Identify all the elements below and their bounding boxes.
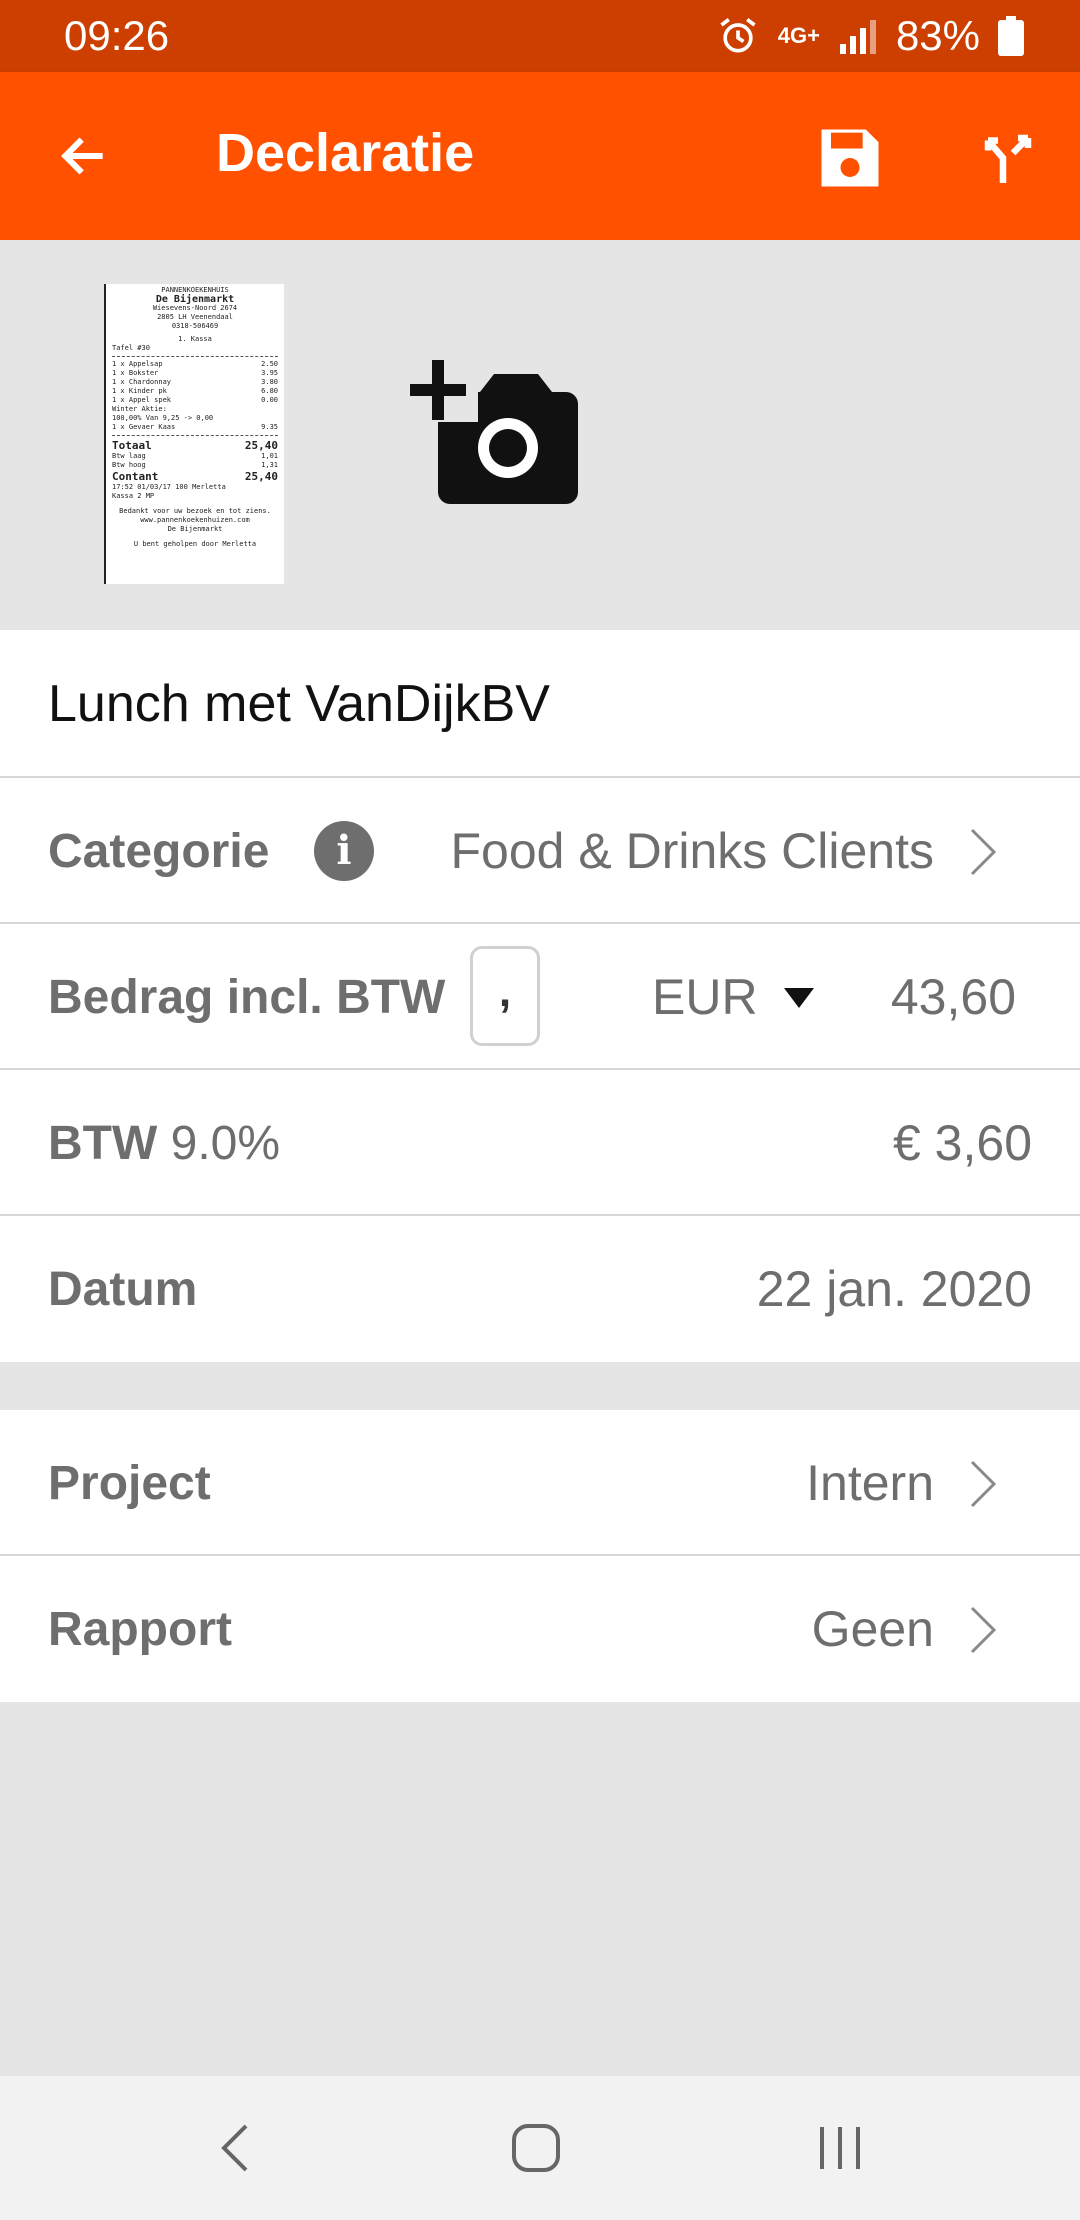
project-value: Intern bbox=[806, 1455, 934, 1511]
split-icon bbox=[984, 134, 1032, 183]
receipt-item: 1 x Appel spek bbox=[112, 396, 172, 404]
receipt-thumbnail[interactable]: PANNENKOEKENHUIS De Bijenmarkt Wiesevens… bbox=[104, 284, 284, 584]
chevron-right-icon bbox=[970, 1460, 997, 1508]
app-bar: Declaratie bbox=[0, 72, 1080, 240]
nav-back-button[interactable] bbox=[200, 2112, 272, 2184]
project-row[interactable]: Project Intern bbox=[0, 1410, 1080, 1556]
alarm-icon bbox=[720, 18, 756, 53]
amount-label: Bedrag incl. BTW bbox=[48, 971, 446, 1024]
nav-home-icon bbox=[512, 2124, 560, 2172]
receipt-item: Btw hoog bbox=[112, 461, 146, 469]
receipt-item: 1 x Appelsap bbox=[112, 360, 163, 368]
description-field[interactable]: Lunch met VanDijkBV bbox=[0, 630, 1080, 778]
receipt-price: 3.95 bbox=[261, 369, 278, 377]
report-row[interactable]: Rapport Geen bbox=[0, 1556, 1080, 1702]
receipt-price: 2.50 bbox=[261, 360, 278, 368]
date-value: 22 jan. 2020 bbox=[756, 1261, 1032, 1317]
decimal-separator-button[interactable]: , bbox=[470, 946, 540, 1046]
currency-select[interactable]: EUR bbox=[652, 968, 758, 1026]
receipt-price: 6.80 bbox=[261, 387, 278, 395]
receipt-line: De Bijenmarkt bbox=[167, 525, 223, 533]
receipt-item: 1 x Bokster bbox=[112, 369, 159, 377]
receipt-line: De Bijenmarkt bbox=[155, 294, 235, 305]
receipt-price: 9.35 bbox=[261, 423, 278, 431]
receipt-item: 1 x Chardonnay bbox=[112, 378, 172, 386]
amount-row: Bedrag incl. BTW , EUR 43,60 bbox=[0, 924, 1080, 1070]
arrow-left-icon bbox=[61, 137, 103, 175]
save-button[interactable] bbox=[806, 114, 894, 202]
network-type: 4G+ bbox=[777, 23, 820, 48]
battery-icon bbox=[998, 16, 1024, 56]
receipt-line: Wiesevens-Noord 2674 bbox=[152, 304, 238, 312]
chevron-right-icon bbox=[970, 1606, 997, 1654]
dropdown-caret-icon[interactable] bbox=[784, 988, 814, 1008]
receipt-line: U bent geholpen door Merletta bbox=[133, 540, 257, 548]
vat-value: € 3,60 bbox=[892, 1115, 1032, 1171]
vat-label-text: BTW bbox=[48, 1117, 158, 1170]
split-button[interactable] bbox=[964, 114, 1052, 202]
amount-input[interactable]: 43,60 bbox=[891, 968, 1016, 1026]
receipt-price: 1,01 bbox=[261, 452, 278, 460]
receipt-item: 1 x Kinder pk bbox=[112, 387, 167, 395]
vat-row[interactable]: BTW 9.0% € 3,60 bbox=[0, 1070, 1080, 1216]
receipt-cash-label: Contant bbox=[112, 470, 159, 483]
date-row[interactable]: Datum 22 jan. 2020 bbox=[0, 1216, 1080, 1362]
receipt-line: 2805 LH Veenendaal bbox=[157, 313, 233, 321]
status-time: 09:26 bbox=[64, 12, 170, 59]
receipt-item: Winter Aktie: bbox=[112, 405, 167, 413]
receipt-item: 100,00% Van 9,25 -> 0,00 bbox=[112, 414, 214, 422]
receipt-line: 1. Kassa bbox=[178, 335, 212, 343]
receipt-line: Kassa 2 MP bbox=[112, 492, 155, 500]
receipt-cash: 25,40 bbox=[244, 470, 278, 483]
receipt-price: 1,31 bbox=[261, 461, 278, 469]
receipt-item: Btw laag bbox=[112, 452, 146, 460]
info-icon[interactable]: i bbox=[314, 821, 374, 881]
receipt-line: www.pannenkoekenhuizen.com bbox=[140, 516, 250, 524]
project-label: Project bbox=[48, 1457, 211, 1510]
chevron-right-icon bbox=[970, 828, 997, 876]
receipt-line: Tafel #30 bbox=[112, 344, 150, 352]
nav-recents-icon bbox=[820, 2127, 860, 2169]
receipt-item: 1 x Gevaer Kaas bbox=[112, 423, 176, 431]
nav-home-button[interactable] bbox=[500, 2112, 572, 2184]
status-icons: 4G+ 83% bbox=[716, 12, 1024, 60]
status-bar: 09:26 4G+ 83% bbox=[0, 0, 1080, 72]
category-row[interactable]: Categorie i Food & Drinks Clients bbox=[0, 778, 1080, 924]
signal-icon bbox=[839, 20, 876, 54]
vat-rate: 9.0% bbox=[170, 1117, 281, 1170]
add-photo-button[interactable] bbox=[410, 356, 580, 516]
category-value: Food & Drinks Clients bbox=[450, 823, 935, 879]
save-icon bbox=[821, 129, 879, 187]
receipt-total: 25,40 bbox=[244, 439, 278, 452]
back-button[interactable] bbox=[40, 112, 128, 200]
nav-back-icon bbox=[221, 2124, 248, 2172]
receipt-line: 17:52 01/03/17 100 Merletta bbox=[112, 483, 226, 491]
system-nav-bar bbox=[0, 2076, 1080, 2220]
report-value: Geen bbox=[811, 1601, 934, 1657]
receipt-line: 0318-506469 bbox=[171, 322, 219, 330]
description-value: Lunch met VanDijkBV bbox=[48, 675, 550, 733]
receipt-line: Bedankt voor uw bezoek en tot ziens. bbox=[119, 507, 271, 515]
receipt-price: 0.00 bbox=[261, 396, 278, 404]
page-title: Declaratie bbox=[216, 123, 475, 183]
battery-percent: 83% bbox=[895, 12, 980, 59]
date-label: Datum bbox=[48, 1263, 198, 1316]
photo-area: PANNENKOEKENHUIS De Bijenmarkt Wiesevens… bbox=[0, 240, 1080, 630]
report-label: Rapport bbox=[48, 1603, 232, 1656]
receipt-total-label: Totaal bbox=[112, 439, 152, 452]
category-label: Categorie bbox=[48, 825, 270, 878]
add-camera-icon bbox=[410, 356, 578, 504]
receipt-price: 3.80 bbox=[261, 378, 278, 386]
nav-recents-button[interactable] bbox=[804, 2112, 876, 2184]
vat-label: BTW 9.0% bbox=[48, 1116, 280, 1171]
